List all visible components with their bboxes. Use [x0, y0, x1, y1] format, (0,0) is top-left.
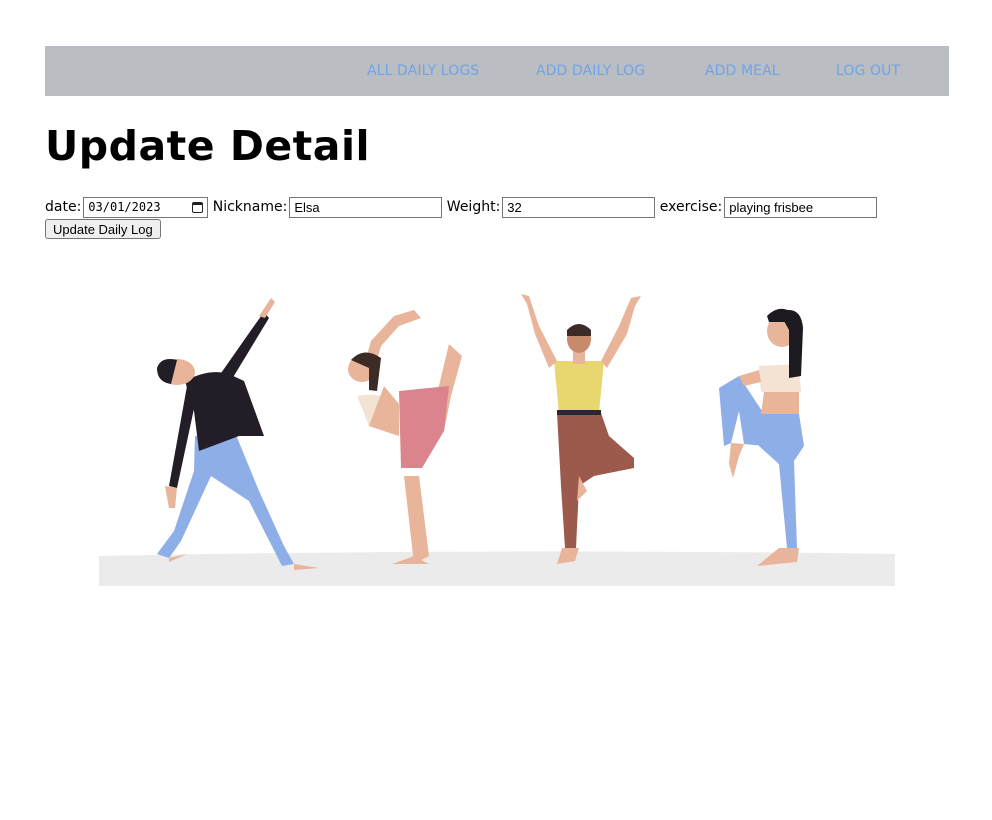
nav-add-meal[interactable]: ADD MEAL [705, 63, 780, 79]
nickname-input[interactable] [289, 197, 443, 218]
date-value: 03/01/2023 [88, 200, 161, 214]
calendar-icon[interactable] [192, 202, 204, 213]
weight-label: Weight: [446, 199, 501, 215]
nickname-label: Nickname: [212, 199, 288, 215]
person-side-stretch [157, 298, 319, 570]
nav-add-daily-log[interactable]: ADD DAILY LOG [536, 63, 645, 79]
person-knee-raise [719, 308, 804, 566]
nav-all-daily-logs[interactable]: ALL DAILY LOGS [367, 63, 479, 79]
date-label: date: [45, 199, 82, 215]
exercise-label: exercise: [659, 199, 723, 215]
exercise-input[interactable] [724, 197, 878, 218]
update-form: date: 03/01/2023 Nickname: Weight: exerci… [45, 197, 945, 218]
navbar: ALL DAILY LOGS ADD DAILY LOG ADD MEAL LO… [45, 46, 949, 96]
update-daily-log-button[interactable]: Update Daily Log [45, 219, 161, 239]
weight-input[interactable] [502, 197, 656, 218]
date-input[interactable]: 03/01/2023 [83, 197, 209, 218]
nav-log-out[interactable]: LOG OUT [836, 63, 900, 79]
page-title: Update Detail [45, 122, 371, 170]
person-tree-pose [521, 294, 641, 564]
yoga-people-illustration [99, 294, 895, 586]
person-dancer-pose [348, 310, 462, 564]
